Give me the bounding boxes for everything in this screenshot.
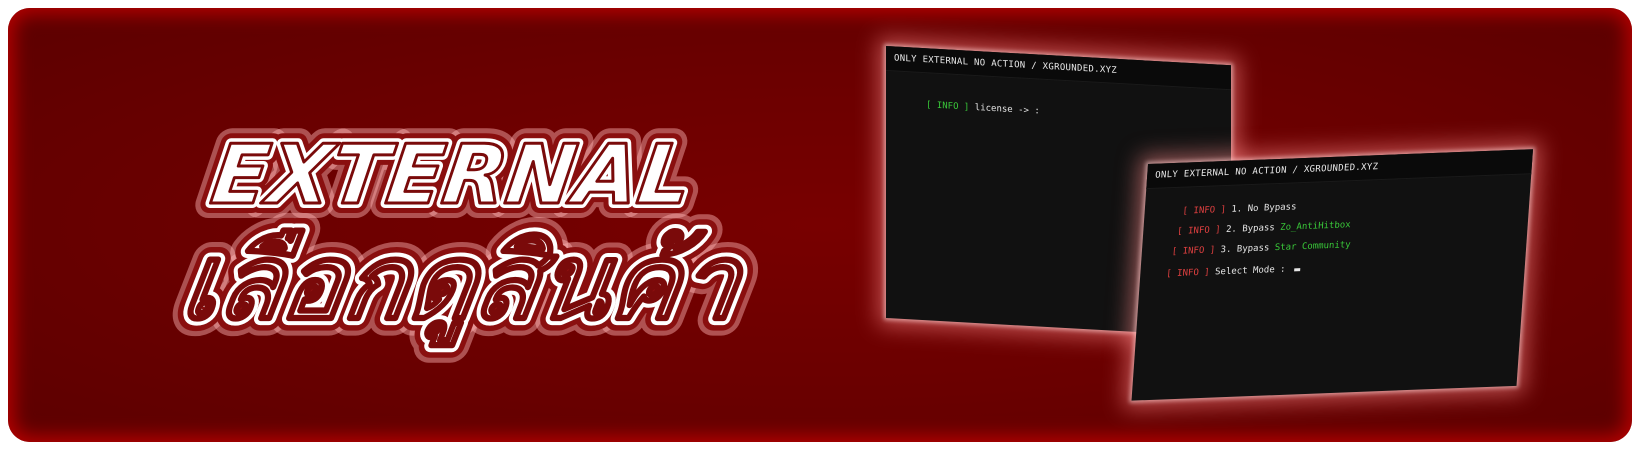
info-tag: [ INFO ]: [926, 100, 970, 113]
headline-line2: เลือกดูสินค้า: [175, 221, 752, 346]
headline: EXTERNAL EXTERNAL EXTERNAL EXTERNAL เลือ…: [159, 113, 768, 362]
option-text: 3. Bypass: [1220, 243, 1270, 256]
info-tag: [ INFO ]: [1176, 225, 1221, 237]
license-prompt: license -> :: [974, 102, 1040, 117]
banner: EXTERNAL EXTERNAL EXTERNAL EXTERNAL เลือ…: [8, 8, 1632, 442]
terminal-line-option-2: [ INFO ] 2. Bypass Zo_AntiHitbox: [1177, 220, 1351, 237]
info-tag: [ INFO ]: [1171, 245, 1216, 258]
option-text: 1. No Bypass: [1231, 202, 1297, 215]
option-highlight: Zo_AntiHitbox: [1279, 220, 1351, 233]
terminal-title: ONLY EXTERNAL NO ACTION / XGROUNDED.XYZ: [886, 46, 1231, 91]
info-tag: [ INFO ]: [1182, 204, 1227, 217]
headline-line1: EXTERNAL: [206, 128, 698, 223]
terminal-line: [ INFO ] license -> :: [926, 100, 1040, 116]
terminal-line-select-mode: [ INFO ] Select Mode :: [1166, 264, 1300, 279]
select-mode-prompt: Select Mode :: [1214, 264, 1286, 278]
info-tag: [ INFO ]: [1165, 267, 1210, 280]
terminal-line-option-1: [ INFO ] 1. No Bypass: [1182, 202, 1297, 216]
option-highlight: Star Community: [1274, 240, 1351, 254]
terminal-window-mode-select: ONLY EXTERNAL NO ACTION / XGROUNDED.XYZ …: [1131, 149, 1533, 401]
terminal-line-option-3: [ INFO ] 3. Bypass Star Community: [1171, 240, 1351, 257]
text-cursor: [1293, 268, 1300, 272]
option-text: 2. Bypass: [1225, 223, 1276, 236]
